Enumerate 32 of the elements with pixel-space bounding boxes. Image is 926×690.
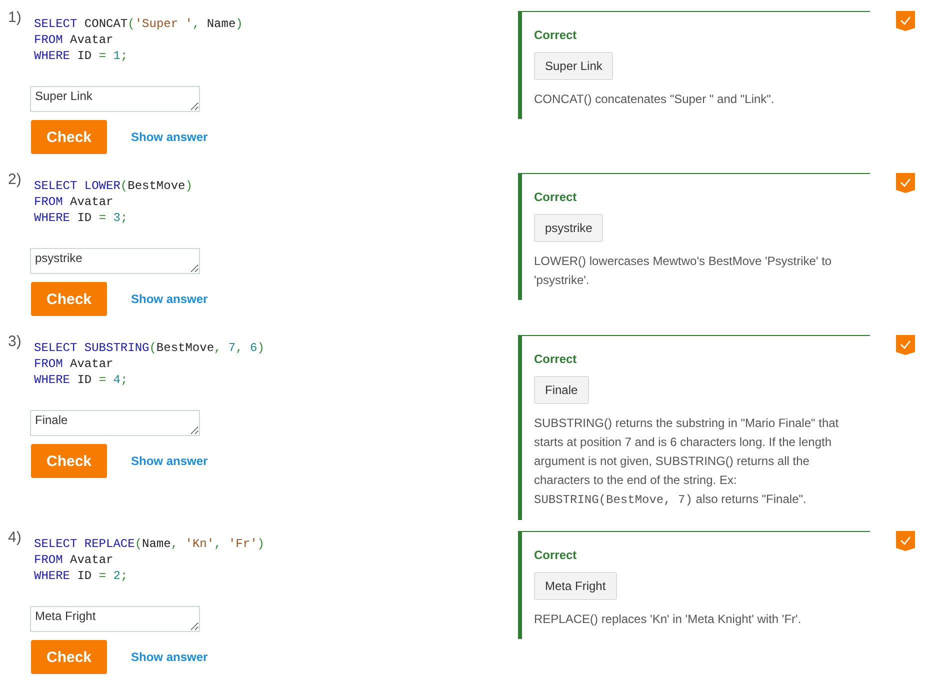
check-button[interactable]: Check [31, 120, 107, 154]
sql-code: SELECT SUBSTRING(BestMove, 7, 6) FROM Avatar WHERE ID = 4; [34, 340, 264, 388]
question-number: 1) [7, 10, 22, 26]
answer-chip: psystrike [534, 214, 604, 242]
check-button[interactable]: Check [31, 640, 107, 674]
sql-code: SELECT REPLACE(Name, 'Kn', 'Fr') FROM Avatar WHERE ID = 2; [34, 536, 264, 584]
feedback-status: Correct [534, 28, 578, 42]
sql-code: SELECT LOWER(BestMove) FROM Avatar WHERE ID = 3; [34, 178, 192, 226]
answer-field[interactable]: Finale [30, 410, 200, 436]
question-number: 2) [7, 172, 22, 188]
question-number: 3) [7, 334, 22, 350]
feedback-status: Correct [534, 190, 578, 204]
answer-chip: Finale [534, 376, 589, 404]
check-button[interactable]: Check [31, 282, 107, 316]
sql-code: SELECT CONCAT('Super ', Name) FROM Avatar WHERE ID = 1; [34, 16, 243, 64]
explanation-text: REPLACE() replaces 'Kn' in 'Meta Knight' with 'Fr'. [534, 611, 802, 628]
show-answer-link[interactable]: Show answer [131, 130, 208, 144]
explanation-text: CONCAT() concatenates "Super " and "Link". [534, 91, 776, 108]
answer-field[interactable]: Super Link [30, 86, 200, 112]
show-answer-link[interactable]: Show answer [131, 292, 208, 306]
answer-field[interactable]: psystrike [30, 248, 200, 274]
answer-chip: Meta Fright [534, 572, 617, 600]
show-answer-link[interactable]: Show answer [131, 454, 208, 468]
show-answer-link[interactable]: Show answer [131, 650, 208, 664]
feedback-status: Correct [534, 548, 578, 562]
answer-chip: Super Link [534, 52, 614, 80]
answer-field[interactable]: Meta Fright [30, 606, 200, 632]
check-button[interactable]: Check [31, 444, 107, 478]
feedback-status: Correct [534, 352, 578, 366]
explanation-text: LOWER() lowercases Mewtwo's BestMove 'Psystrike' to 'psystrike'. [534, 253, 833, 289]
question-number: 4) [7, 530, 22, 546]
explanation-text: SUBSTRING() returns the substring in "Mario Finale" that starts at position 7 and is 6 characters long. If the length argument is not given, SUBSTRING() returns all the characters to the end of the string. Ex: SUBSTRING(BestMove, 7) also returns "Finale". [534, 415, 840, 509]
